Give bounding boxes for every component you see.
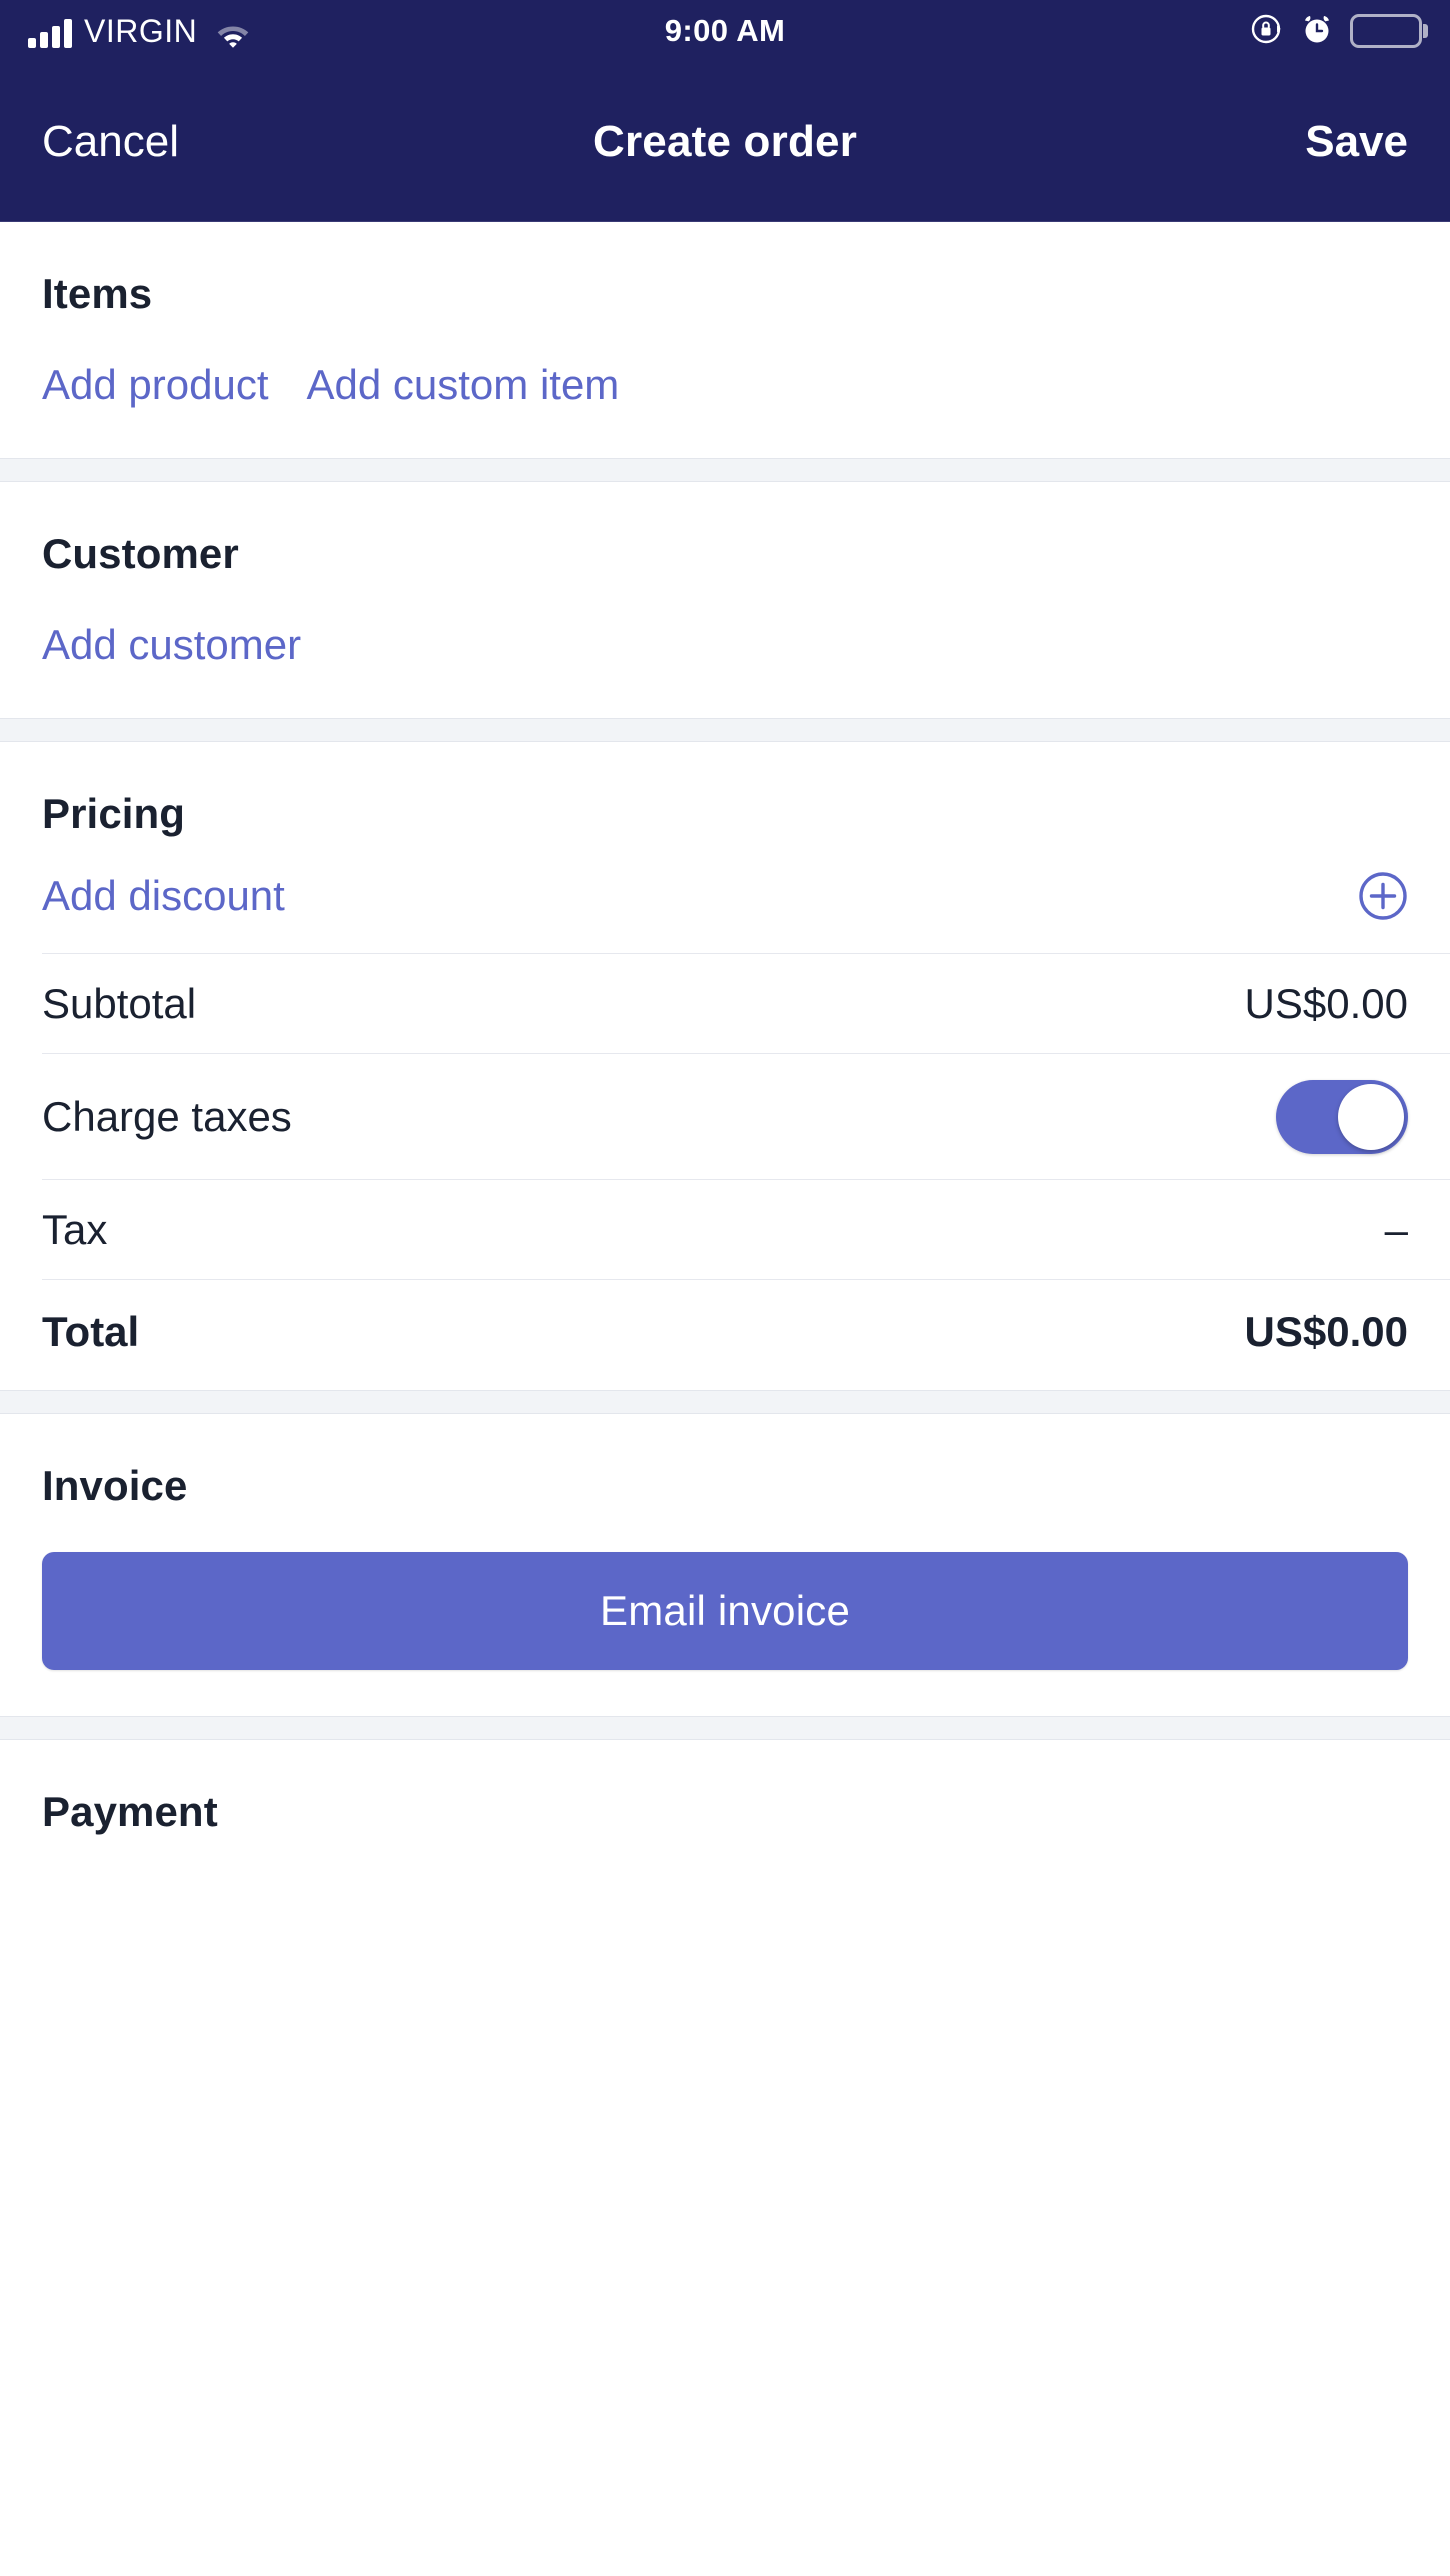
navigation-bar: Cancel Create order Save bbox=[0, 62, 1450, 222]
email-invoice-button[interactable]: Email invoice bbox=[42, 1552, 1408, 1671]
customer-heading: Customer bbox=[42, 530, 239, 578]
invoice-heading: Invoice bbox=[42, 1462, 188, 1510]
tax-label: Tax bbox=[42, 1205, 108, 1253]
subtotal-value: US$0.00 bbox=[1244, 979, 1408, 1027]
wifi-icon bbox=[215, 20, 251, 48]
invoice-section: Invoice Email invoice bbox=[0, 1414, 1450, 1717]
cancel-button[interactable]: Cancel bbox=[42, 119, 179, 164]
save-button[interactable]: Save bbox=[1305, 119, 1408, 164]
customer-actions: Add customer bbox=[0, 578, 1450, 718]
customer-section: Customer Add customer bbox=[0, 482, 1450, 719]
subtotal-row: Subtotal US$0.00 bbox=[42, 954, 1450, 1055]
payment-section: Payment bbox=[0, 1740, 1450, 1837]
section-divider bbox=[0, 1390, 1450, 1415]
pricing-heading: Pricing bbox=[42, 790, 186, 838]
toggle-knob bbox=[1338, 1083, 1404, 1150]
items-section: Items Add product Add custom item bbox=[0, 222, 1450, 459]
add-custom-item-button[interactable]: Add custom item bbox=[307, 361, 620, 408]
add-customer-button[interactable]: Add customer bbox=[42, 621, 301, 668]
charge-taxes-toggle[interactable] bbox=[1276, 1079, 1408, 1154]
add-product-button[interactable]: Add product bbox=[42, 361, 269, 408]
tax-value: – bbox=[1384, 1205, 1408, 1253]
payment-heading: Payment bbox=[42, 1788, 218, 1836]
page-title: Create order bbox=[592, 116, 858, 166]
rotation-lock-icon bbox=[1250, 12, 1284, 51]
tax-row: Tax – bbox=[42, 1180, 1450, 1281]
total-value: US$0.00 bbox=[1244, 1308, 1408, 1356]
carrier-label: VIRGIN bbox=[84, 12, 198, 49]
status-bar-left: VIRGIN bbox=[28, 15, 251, 48]
add-discount-label: Add discount bbox=[42, 871, 285, 919]
status-bar-right bbox=[1250, 12, 1422, 51]
charge-taxes-label: Charge taxes bbox=[42, 1092, 292, 1140]
section-divider bbox=[0, 458, 1450, 483]
invoice-actions: Email invoice bbox=[0, 1510, 1450, 1716]
add-discount-row[interactable]: Add discount bbox=[42, 838, 1450, 955]
battery-icon bbox=[1350, 14, 1422, 48]
total-row: Total US$0.00 bbox=[42, 1280, 1450, 1390]
plus-circle-icon[interactable] bbox=[1358, 871, 1408, 921]
alarm-clock-icon bbox=[1300, 12, 1334, 51]
pricing-rows: Add discount Subtotal US$0.00 Charge tax… bbox=[0, 838, 1450, 1390]
charge-taxes-row[interactable]: Charge taxes bbox=[42, 1054, 1450, 1181]
app-screen: VIRGIN 9:00 AM Cancel Create order Save … bbox=[0, 0, 1450, 2576]
items-actions: Add product Add custom item bbox=[0, 318, 1450, 458]
section-divider bbox=[0, 718, 1450, 743]
pricing-section: Pricing Add discount Subtotal US$0.00 Ch… bbox=[0, 742, 1450, 1391]
section-divider bbox=[0, 1716, 1450, 1741]
status-bar: VIRGIN 9:00 AM bbox=[0, 0, 1450, 62]
subtotal-label: Subtotal bbox=[42, 979, 197, 1027]
total-label: Total bbox=[42, 1308, 140, 1356]
items-heading: Items bbox=[42, 270, 153, 317]
signal-bars-icon bbox=[28, 18, 72, 48]
